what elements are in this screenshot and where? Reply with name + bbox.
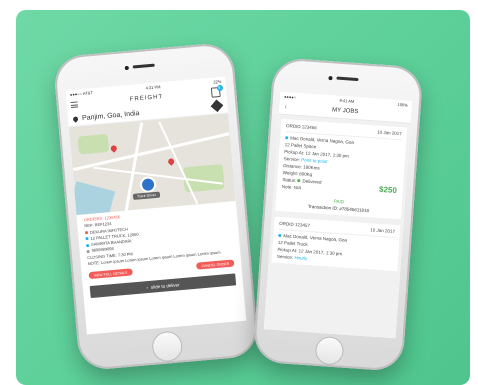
map-road bbox=[158, 121, 199, 205]
cancel-order-button[interactable]: CANCEL ORDER bbox=[196, 259, 235, 271]
home-button[interactable] bbox=[314, 335, 345, 366]
truck-icon bbox=[85, 237, 89, 241]
speaker bbox=[336, 76, 359, 82]
menu-icon[interactable] bbox=[70, 101, 79, 109]
map-water bbox=[68, 181, 116, 215]
chevron-right-icon: › bbox=[146, 284, 149, 291]
job-price: $250 bbox=[378, 184, 398, 196]
freight-screen: ●●●○○ AT&T 4:21 PM 22% FREIGHT 5 Panjim,… bbox=[65, 76, 247, 335]
vehicle-marker-icon[interactable] bbox=[139, 175, 157, 194]
map-marker-icon[interactable] bbox=[166, 157, 176, 166]
carrier-text: ●●●●○ bbox=[283, 93, 297, 100]
camera bbox=[124, 65, 129, 71]
map-park bbox=[77, 133, 110, 155]
person-icon bbox=[85, 243, 90, 247]
phone-icon bbox=[86, 249, 90, 254]
cart-badge: 5 bbox=[216, 84, 224, 92]
back-icon[interactable]: ‹ bbox=[284, 102, 287, 111]
home-button[interactable] bbox=[150, 330, 184, 363]
job-date: 10 Jan 2017 bbox=[376, 129, 402, 137]
time-text: 4:21 PM bbox=[145, 83, 161, 90]
phone-freight: ●●●○○ AT&T 4:21 PM 22% FREIGHT 5 Panjim,… bbox=[52, 41, 260, 372]
location-text: Panjim, Goa, India bbox=[81, 109, 140, 122]
map-view[interactable]: Track Driver bbox=[68, 113, 236, 215]
location-pin-icon bbox=[278, 234, 282, 238]
map-tooltip: Track Driver bbox=[132, 191, 161, 200]
camera bbox=[328, 76, 333, 81]
job-card[interactable]: ORDID 123456 10 Jan 2017 Mac Donald, Ver… bbox=[275, 118, 408, 220]
battery-text: 100% bbox=[397, 101, 408, 108]
page-title: FREIGHT bbox=[129, 93, 164, 103]
slide-label: slide to deliver bbox=[150, 282, 180, 290]
job-card[interactable]: ORDID 123457 10 Jan 2017 Mac Donald, Ver… bbox=[271, 216, 401, 272]
time-text: 9:41 AM bbox=[339, 97, 355, 104]
jobs-list[interactable]: ORDID 123456 10 Jan 2017 Mac Donald, Ver… bbox=[263, 114, 411, 339]
location-pin-icon bbox=[285, 136, 289, 140]
view-details-button[interactable]: VIEW FULL DETAILS bbox=[88, 268, 133, 280]
job-date: 10 Jan 2017 bbox=[370, 227, 396, 235]
map-marker-icon[interactable] bbox=[109, 144, 119, 153]
job-id: ORDID 123457 bbox=[279, 220, 311, 229]
speaker bbox=[132, 63, 155, 69]
battery-text: 22% bbox=[213, 78, 222, 85]
job-id: ORDID 123456 bbox=[285, 123, 317, 131]
status-dot-icon bbox=[297, 179, 301, 183]
background-card: ●●●○○ AT&T 4:21 PM 22% FREIGHT 5 Panjim,… bbox=[16, 10, 470, 385]
location-pin-icon bbox=[72, 115, 80, 123]
company-icon bbox=[84, 231, 89, 235]
phone-my-jobs: ●●●●○ 9:41 AM 100% ‹ MY JOBS ORDID 12345… bbox=[252, 57, 424, 372]
page-title: MY JOBS bbox=[331, 107, 359, 116]
jobs-screen: ●●●●○ 9:41 AM 100% ‹ MY JOBS ORDID 12345… bbox=[263, 91, 413, 339]
directions-icon[interactable] bbox=[210, 99, 224, 113]
